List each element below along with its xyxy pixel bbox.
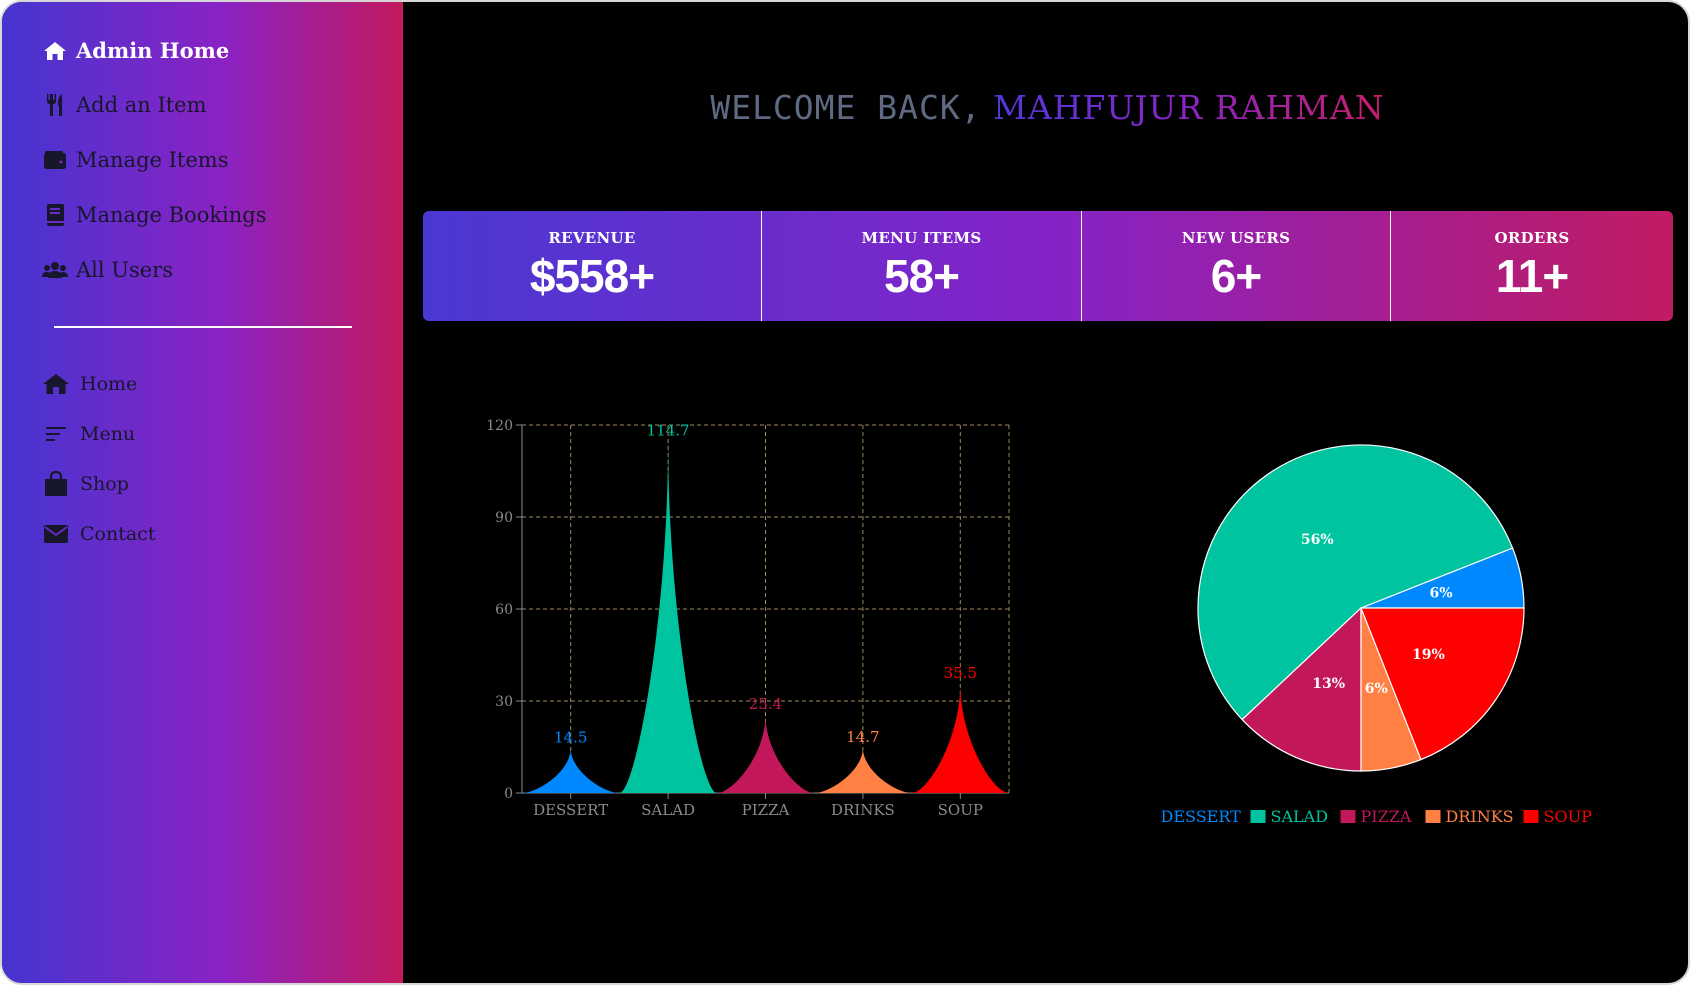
pie-slice-label: 6% (1430, 586, 1453, 602)
sidebar-item-admin-home[interactable]: Admin Home (42, 38, 229, 63)
home-icon (42, 39, 68, 63)
legend-item: DESSERT (1162, 807, 1241, 826)
pie-slice-label: 19% (1412, 647, 1445, 663)
y-tick-label: 60 (495, 602, 513, 618)
app-window: Admin Home Add an Item Manage Items Mana… (0, 0, 1690, 985)
stat-value: 11+ (1495, 250, 1569, 302)
sidebar-item-shop[interactable]: Shop (42, 471, 129, 496)
bar-dessert[interactable] (522, 748, 620, 793)
y-tick-label: 120 (486, 418, 513, 434)
sidebar-item-label: Home (80, 373, 138, 395)
utensils-icon (42, 93, 68, 117)
x-tick-label: SALAD (641, 801, 695, 819)
stat-label: REVENUE (548, 229, 636, 247)
sidebar-item-menu[interactable]: Menu (42, 422, 135, 446)
stat-label: MENU ITEMS (861, 229, 982, 247)
legend-swatch (1523, 810, 1539, 823)
legend-swatch (1250, 810, 1266, 823)
sidebar-item-manage-bookings[interactable]: Manage Bookings (42, 203, 267, 227)
legend-item: SALAD (1250, 807, 1329, 826)
y-tick-label: 0 (504, 786, 513, 802)
sidebar-item-label: Shop (80, 473, 129, 495)
x-tick-label: SOUP (938, 801, 983, 819)
menu-lines-icon (42, 422, 70, 446)
data-label: 14.5 (554, 729, 587, 747)
stats-bar: REVENUE $558+ MENU ITEMS 58+ NEW USERS 6… (423, 211, 1673, 321)
sidebar-item-label: Menu (80, 423, 136, 445)
category-pie-chart: 6% 56% 13% 6% 19% DESSERT SALAD PIZZA DRINKS SOUP (1162, 444, 1592, 826)
pie-slice-label: 13% (1312, 676, 1345, 692)
category-peak-chart: 0 30 60 90 120 14.5 DESSERT 114.7 SALAD 25.4 PIZZA… (486, 418, 1010, 819)
welcome-user-name: MAHFUJUR RAHMAN (993, 88, 1385, 127)
x-tick-label: DRINKS (831, 801, 895, 819)
legend-label: SOUP (1544, 807, 1593, 826)
welcome-greeting: WELCOME BACK, (710, 88, 982, 127)
data-label: 25.4 (749, 695, 782, 713)
stat-revenue: REVENUE $558+ (423, 211, 761, 321)
stat-label: NEW USERS (1181, 229, 1291, 247)
sidebar-item-label: All Users (76, 258, 173, 282)
x-tick-label: DESSERT (533, 801, 608, 819)
stat-menu-items: MENU ITEMS 58+ (761, 211, 1081, 321)
legend-label: SALAD (1271, 807, 1329, 826)
bar-soup[interactable] (911, 684, 1009, 793)
stat-value: 58+ (883, 250, 960, 302)
sidebar-item-label: Add an Item (76, 93, 207, 117)
envelope-icon (42, 522, 70, 546)
sidebar-item-label: Admin Home (76, 38, 230, 63)
bar-drinks[interactable] (814, 747, 912, 793)
page-title: WELCOME BACK, MAHFUJUR RAHMAN (403, 88, 1688, 127)
sidebar-item-add-item[interactable]: Add an Item (42, 93, 207, 117)
sidebar-divider (54, 326, 352, 328)
data-label: 14.7 (846, 728, 879, 746)
legend-label: PIZZA (1361, 807, 1412, 826)
stat-orders: ORDERS 11+ (1390, 211, 1673, 321)
sidebar-item-contact[interactable]: Contact (42, 522, 155, 546)
legend-swatch (1340, 810, 1356, 823)
data-label: 35.5 (944, 664, 977, 682)
y-tick-label: 30 (495, 694, 513, 710)
sidebar-item-home[interactable]: Home (42, 372, 137, 396)
home-icon (42, 372, 70, 396)
sidebar: Admin Home Add an Item Manage Items Mana… (2, 2, 403, 983)
stat-value: $558+ (529, 250, 655, 302)
book-icon (42, 203, 68, 227)
sidebar-item-label: Contact (80, 523, 156, 545)
sidebar-item-manage-items[interactable]: Manage Items (42, 148, 228, 172)
legend-item: PIZZA (1340, 807, 1412, 826)
stat-label: ORDERS (1494, 229, 1570, 247)
bar-pizza[interactable] (716, 715, 815, 793)
sidebar-item-label: Manage Bookings (76, 203, 267, 227)
data-label: 114.7 (647, 421, 690, 439)
sidebar-item-label: Manage Items (76, 148, 229, 172)
legend-label: DESSERT (1162, 807, 1241, 826)
users-icon (42, 258, 68, 282)
pie-slice-label: 56% (1301, 532, 1334, 548)
shopping-bag-icon (42, 471, 70, 496)
wallet-icon (42, 148, 68, 172)
pie-legend: DESSERT SALAD PIZZA DRINKS SOUP (1162, 807, 1592, 826)
legend-label: DRINKS (1446, 807, 1514, 826)
y-tick-label: 90 (495, 510, 513, 526)
sidebar-item-all-users[interactable]: All Users (42, 258, 173, 282)
pie-slice-label: 6% (1365, 681, 1388, 697)
legend-item: DRINKS (1425, 807, 1514, 826)
x-tick-label: PIZZA (742, 801, 790, 819)
stat-new-users: NEW USERS 6+ (1081, 211, 1390, 321)
bar-salad[interactable] (619, 441, 717, 793)
legend-swatch (1425, 810, 1441, 823)
legend-item: SOUP (1523, 807, 1593, 826)
stat-value: 6+ (1210, 250, 1262, 302)
